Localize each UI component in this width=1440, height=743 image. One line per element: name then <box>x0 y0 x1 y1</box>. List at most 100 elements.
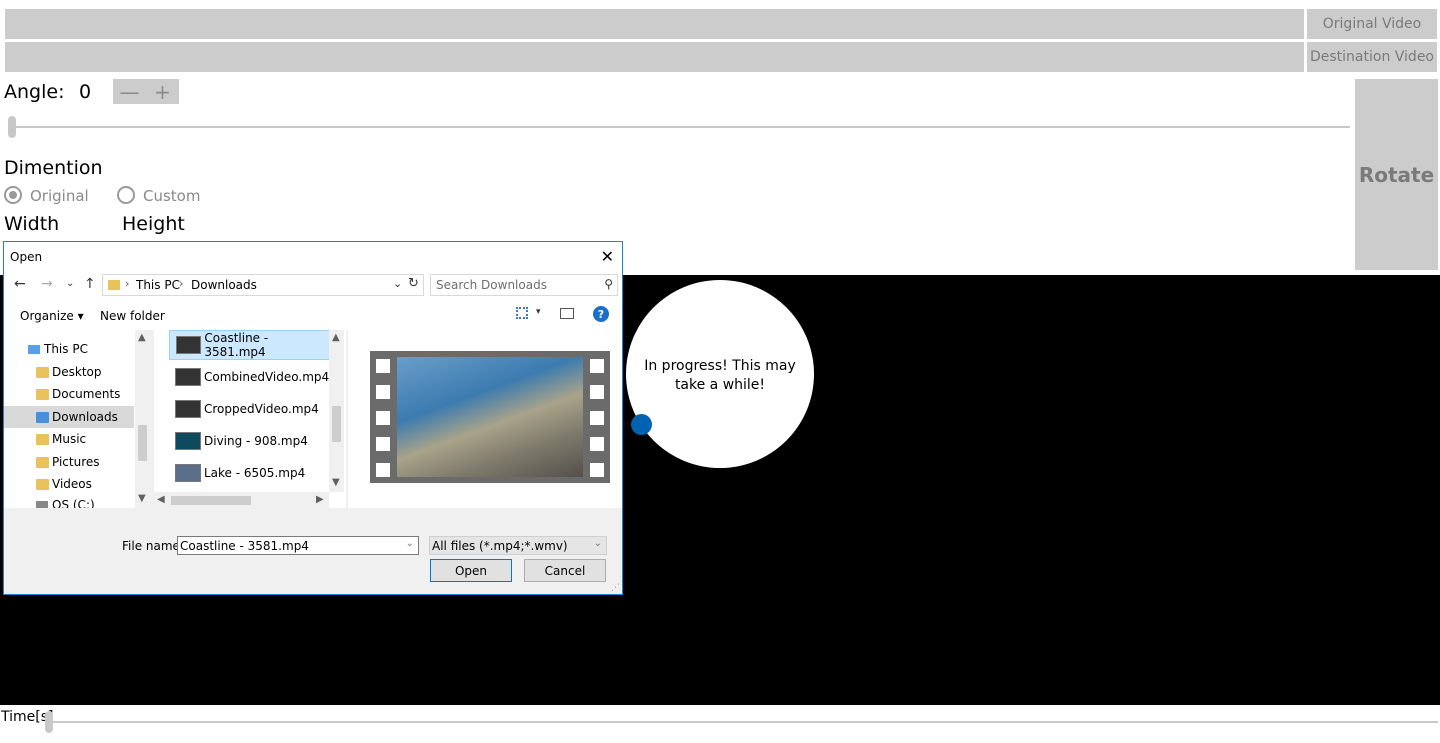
scroll-up-icon[interactable]: ▲ <box>138 332 146 343</box>
chevron-down-icon[interactable]: ⌄ <box>406 538 414 549</box>
search-icon[interactable]: ⚲ <box>604 277 613 291</box>
search-input[interactable]: Search Downloads <box>436 278 547 292</box>
back-arrow-icon[interactable]: ← <box>14 276 26 292</box>
rotate-button[interactable]: Rotate <box>1355 79 1438 270</box>
preview-pane <box>348 330 622 508</box>
chevron-down-icon[interactable]: ⌄ <box>594 538 602 549</box>
downloads-folder-icon <box>36 411 49 423</box>
radio-original[interactable] <box>4 186 22 204</box>
cancel-button[interactable]: Cancel <box>524 559 606 582</box>
tree-item-label: Downloads <box>52 410 118 424</box>
angle-increment-button[interactable]: + <box>146 79 179 104</box>
video-filmstrip-icon <box>370 351 610 483</box>
scroll-up-icon[interactable]: ▲ <box>332 332 340 343</box>
organize-label: Organize <box>20 309 74 323</box>
video-thumbnail-icon <box>175 400 201 418</box>
original-video-path-bar <box>5 9 1304 39</box>
up-arrow-icon[interactable]: ↑ <box>84 276 96 292</box>
file-name-label: Coastline - 3581.mp4 <box>204 331 269 359</box>
breadcrumb-separator-icon: › <box>125 277 130 290</box>
preview-pane-icon[interactable] <box>560 308 574 319</box>
scrollbar-thumb[interactable] <box>332 406 341 442</box>
video-thumbnail-icon <box>176 336 202 354</box>
scroll-down-icon[interactable]: ▼ <box>138 493 146 504</box>
view-options-icon[interactable] <box>516 307 528 319</box>
tree-item-documents[interactable]: Documents <box>4 383 134 405</box>
scrollbar-thumb[interactable] <box>138 425 147 461</box>
progress-indicator-dot <box>631 414 652 435</box>
dialog-nav-bar: ← → ⌄ ↑ › This PC › Downloads ⌄ ↻ Search… <box>4 272 622 302</box>
breadcrumb-this-pc[interactable]: This PC <box>136 278 180 292</box>
tree-item-label: Videos <box>52 477 92 491</box>
file-list-scrollbar[interactable]: ▲ ▼ <box>329 330 344 492</box>
file-item-lake[interactable]: Lake - 6505.mp4 <box>169 458 331 488</box>
refresh-icon[interactable]: ↻ <box>408 276 419 291</box>
close-icon[interactable]: ✕ <box>601 247 614 266</box>
scroll-left-icon[interactable]: ◀ <box>157 494 165 505</box>
pc-icon <box>28 344 40 354</box>
file-list-hscrollbar[interactable]: ◀ ▶ <box>154 492 329 508</box>
open-button[interactable]: Open <box>430 559 512 582</box>
tree-item-downloads[interactable]: Downloads <box>4 406 134 428</box>
scrollbar-thumb[interactable] <box>171 496 251 505</box>
open-file-dialog: Open ✕ ← → ⌄ ↑ › This PC › Downloads ⌄ ↻… <box>3 241 623 595</box>
file-name-value: Coastline - 3581.mp4 <box>180 538 309 553</box>
forward-arrow-icon[interactable]: → <box>41 276 53 292</box>
height-label: Height <box>122 213 185 235</box>
file-type-select[interactable]: All files (*.mp4;*.wmv) ⌄ <box>429 536 607 555</box>
resize-grip-icon[interactable]: ⋰ <box>611 583 620 593</box>
destination-video-button[interactable]: Destination Video <box>1307 42 1437 72</box>
address-bar[interactable]: › This PC › Downloads ⌄ ↻ <box>102 274 424 296</box>
tree-item-desktop[interactable]: Desktop <box>4 361 134 383</box>
navigation-scrollbar[interactable]: ▲ ▼ <box>135 330 150 508</box>
dialog-toolbar: Organize ▾ New folder ▾ ? <box>4 302 622 330</box>
file-name-label: Lake - 6505.mp4 <box>204 466 306 480</box>
angle-label: Angle: <box>4 81 65 103</box>
new-folder-button[interactable]: New folder <box>100 309 165 323</box>
folder-icon <box>36 433 49 445</box>
folder-icon <box>36 388 49 400</box>
scroll-down-icon[interactable]: ▼ <box>332 477 340 488</box>
dialog-title: Open <box>10 250 43 264</box>
folder-icon <box>36 456 49 468</box>
destination-video-path-bar <box>5 42 1304 72</box>
file-name-label: CombinedVideo.mp4 <box>204 370 330 384</box>
folder-icon <box>36 366 49 378</box>
tree-item-label: This PC <box>44 342 88 356</box>
recent-chevron-icon[interactable]: ⌄ <box>66 278 74 289</box>
folder-icon <box>36 478 49 490</box>
dimension-heading: Dimention <box>4 157 103 179</box>
tree-item-label: OS (C:) <box>52 498 95 508</box>
tree-item-videos[interactable]: Videos <box>4 473 134 495</box>
preview-image <box>397 357 583 477</box>
tree-item-pictures[interactable]: Pictures <box>4 451 134 473</box>
angle-slider-thumb[interactable] <box>8 116 16 138</box>
radio-custom[interactable] <box>117 186 135 204</box>
file-item-croppedvideo[interactable]: CroppedVideo.mp4 <box>169 394 331 424</box>
angle-value: 0 <box>79 81 92 103</box>
file-item-coastline[interactable]: Coastline - 3581.mp4 <box>169 330 331 360</box>
search-box[interactable]: Search Downloads ⚲ <box>430 274 618 296</box>
time-slider-track[interactable] <box>48 721 1438 723</box>
radio-original-label: Original <box>30 187 89 205</box>
help-icon[interactable]: ? <box>593 306 609 322</box>
angle-slider-track[interactable] <box>10 126 1350 128</box>
file-name-input[interactable]: Coastline - 3581.mp4 ⌄ <box>177 536 419 555</box>
original-video-button[interactable]: Original Video <box>1307 9 1437 39</box>
view-dropdown-icon[interactable]: ▾ <box>536 307 541 317</box>
video-thumbnail-icon <box>175 368 201 386</box>
angle-decrement-button[interactable]: — <box>113 79 146 104</box>
time-slider-thumb[interactable] <box>45 711 53 733</box>
file-item-diving[interactable]: Diving - 908.mp4 <box>169 426 331 456</box>
breadcrumb-downloads[interactable]: Downloads <box>191 278 257 292</box>
address-dropdown-icon[interactable]: ⌄ <box>393 277 402 290</box>
scroll-right-icon[interactable]: ▶ <box>316 494 324 505</box>
file-name-label: File name: <box>122 539 184 553</box>
organize-button[interactable]: Organize ▾ <box>20 309 84 323</box>
tree-item-music[interactable]: Music <box>4 428 134 450</box>
tree-item-os-c[interactable]: OS (C:) <box>4 494 134 508</box>
file-item-combinedvideo[interactable]: CombinedVideo.mp4 <box>169 362 331 392</box>
tree-item-this-pc[interactable]: This PC <box>4 338 134 360</box>
file-type-value: All files (*.mp4;*.wmv) <box>432 538 568 553</box>
drive-icon <box>36 501 48 508</box>
